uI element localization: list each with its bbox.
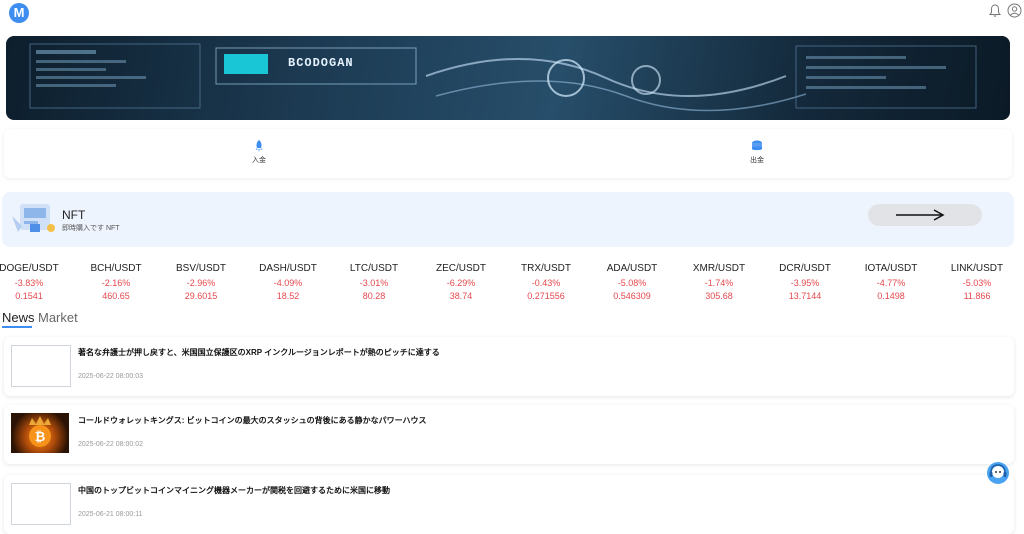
ticker-change: -3.95% xyxy=(790,278,820,288)
ticker-pair: ADA/USDT xyxy=(606,263,658,274)
ticker-item[interactable]: BSV/USDT -2.96% 29.6015 xyxy=(158,262,244,303)
customer-support-icon[interactable] xyxy=(986,461,1010,485)
nft-card[interactable]: NFT 即時購入です NFT xyxy=(2,192,1014,247)
news-thumbnail xyxy=(11,345,71,387)
ticker-pair: BSV/USDT xyxy=(175,263,226,274)
banner-brand-text: BCODOGAN xyxy=(288,56,354,70)
news-date: 2025-06-22 08:00:03 xyxy=(78,373,143,380)
active-tab-indicator xyxy=(2,326,32,328)
ticker-change: -5.03% xyxy=(962,278,992,288)
ticker-item[interactable]: XMR/USDT -1.74% 305.68 xyxy=(676,262,762,303)
ticker-price: 13.7144 xyxy=(788,291,822,301)
news-headline: 著名な弁護士が押し戻すと、米国国立保護区のXRP インクルージョンレポートが熱の… xyxy=(78,348,440,357)
ticker-pair: LTC/USDT xyxy=(349,263,399,274)
bell-icon[interactable] xyxy=(988,4,1002,18)
ticker-change: -4.77% xyxy=(876,278,906,288)
rocket-icon xyxy=(255,140,263,152)
news-headline: 中国のトップビットコインマイニング機器メーカーが関税を回避するために米国に移動 xyxy=(78,486,390,495)
nft-illustration-icon xyxy=(12,204,55,232)
ticker-pair: IOTA/USDT xyxy=(864,263,918,274)
ticker-price: 0.271556 xyxy=(527,291,565,301)
ticker-price: 18.52 xyxy=(276,291,300,301)
news-thumbnail xyxy=(11,483,71,525)
withdraw-label: 出金 xyxy=(750,157,764,164)
ticker-price: 29.6015 xyxy=(184,291,218,301)
news-date: 2025-06-22 08:00:02 xyxy=(78,441,143,448)
ticker-change: -6.29% xyxy=(446,278,476,288)
ticker-item[interactable]: BCH/USDT -2.16% 460.65 xyxy=(73,262,159,303)
tab-market[interactable]: Market xyxy=(38,310,78,325)
ticker-pair: ZEC/USDT xyxy=(436,263,486,274)
ticker-price: 0.546309 xyxy=(613,291,651,301)
banner-artwork xyxy=(29,43,977,112)
news-item[interactable]: ₿ コールドウォレットキングス: ビットコインの最大のスタッシュの背後にある静か… xyxy=(4,405,1014,464)
ticker-price: 0.1541 xyxy=(15,291,43,301)
ticker-item[interactable]: LTC/USDT -3.01% 80.28 xyxy=(331,262,417,303)
ticker-pair: DOGE/USDT xyxy=(0,263,59,274)
ticker-change: -4.09% xyxy=(273,278,303,288)
deposit-label: 入金 xyxy=(252,157,266,164)
news-item[interactable]: 著名な弁護士が押し戻すと、米国国立保護区のXRP インクルージョンレポートが熱の… xyxy=(4,337,1014,396)
svg-text:₿: ₿ xyxy=(35,430,46,445)
bitcoin-icon: ₿ xyxy=(29,416,51,447)
nft-subtitle: 即時購入です NFT xyxy=(62,225,120,232)
ticker-change: -2.96% xyxy=(186,278,216,288)
ticker-item[interactable]: DASH/USDT -4.09% 18.52 xyxy=(245,262,331,303)
ticker-pair: DCR/USDT xyxy=(779,263,831,274)
news-date: 2025-06-21 08:00:11 xyxy=(78,511,143,518)
ticker-item[interactable]: ADA/USDT -5.08% 0.546309 xyxy=(589,262,675,303)
ticker-price: 80.28 xyxy=(362,291,386,301)
ticker-change: -0.43% xyxy=(531,278,561,288)
nft-go-button[interactable] xyxy=(868,204,982,226)
ticker-item[interactable]: LINK/USDT -5.03% 11.866 xyxy=(934,262,1020,303)
nft-title: NFT xyxy=(62,208,86,222)
ticker-price: 460.65 xyxy=(102,291,130,301)
ticker-change: -3.83% xyxy=(14,278,44,288)
news-headline: コールドウォレットキングス: ビットコインの最大のスタッシュの背後にある静かなパ… xyxy=(78,416,427,425)
ticker-item[interactable]: TRX/USDT -0.43% 0.271556 xyxy=(503,262,589,303)
ticker-price: 11.866 xyxy=(963,291,991,301)
ticker-pair: TRX/USDT xyxy=(521,263,571,274)
ticker-price: 38.74 xyxy=(449,291,473,301)
bitcoin-thumbnail: ₿ xyxy=(11,413,69,453)
top-bar: M xyxy=(0,0,1024,26)
ticker-price: 305.68 xyxy=(705,291,733,301)
tab-news[interactable]: News xyxy=(2,310,35,325)
ticker-change: -3.01% xyxy=(359,278,389,288)
ticker-strip: DOGE/USDT -3.83% 0.1541 BCH/USDT -2.16% … xyxy=(0,262,1024,304)
coin-stack-icon xyxy=(752,140,762,151)
ticker-change: -1.74% xyxy=(704,278,734,288)
promo-banner[interactable]: BCODOGAN xyxy=(6,36,1010,120)
ticker-pair: XMR/USDT xyxy=(692,263,746,274)
app-logo[interactable]: M xyxy=(9,3,29,23)
ticker-pair: BCH/USDT xyxy=(90,263,142,274)
ticker-change: -2.16% xyxy=(101,278,131,288)
ticker-pair: DASH/USDT xyxy=(259,263,317,274)
arrow-right-icon xyxy=(896,209,945,221)
ticker-price: 0.1498 xyxy=(877,291,905,301)
ticker-item[interactable]: IOTA/USDT -4.77% 0.1498 xyxy=(848,262,934,303)
ticker-change: -5.08% xyxy=(617,278,647,288)
ticker-item[interactable]: ZEC/USDT -6.29% 38.74 xyxy=(418,262,504,303)
withdraw-button[interactable]: 出金 xyxy=(737,139,777,165)
user-icon[interactable] xyxy=(1007,3,1022,18)
ticker-item[interactable]: DCR/USDT -3.95% 13.7144 xyxy=(762,262,848,303)
ticker-pair: LINK/USDT xyxy=(950,263,1004,274)
ticker-item[interactable]: DOGE/USDT -3.83% 0.1541 xyxy=(0,262,72,303)
news-item[interactable]: 中国のトップビットコインマイニング機器メーカーが関税を回避するために米国に移動 … xyxy=(4,475,1014,534)
deposit-withdraw-card: 入金 出金 xyxy=(4,129,1012,178)
deposit-button[interactable]: 入金 xyxy=(239,139,279,165)
